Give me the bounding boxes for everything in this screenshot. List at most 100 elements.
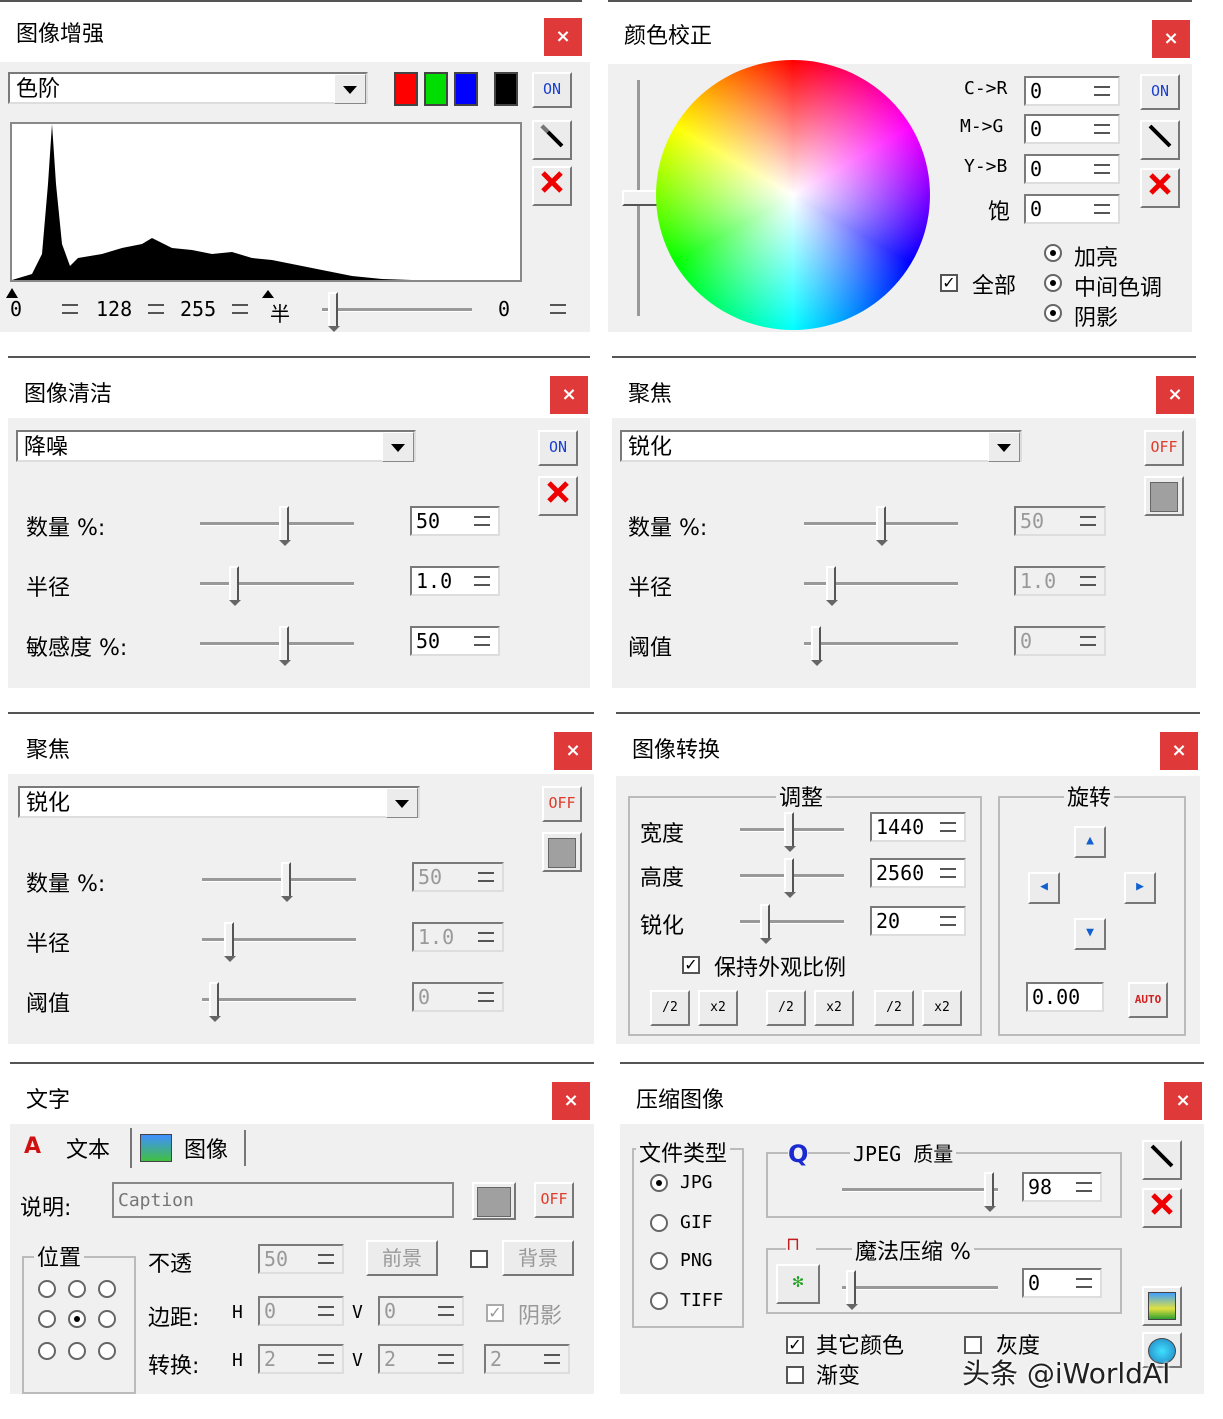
spin-buttons[interactable] bbox=[312, 1247, 340, 1271]
double-both-button[interactable]: x2 bbox=[698, 990, 738, 1026]
color-wheel[interactable] bbox=[656, 60, 930, 330]
spin-buttons[interactable] bbox=[1074, 629, 1102, 653]
reset-x-icon[interactable] bbox=[532, 166, 572, 206]
mode-select[interactable]: 锐化 bbox=[620, 430, 1022, 462]
slider-thumb[interactable] bbox=[279, 626, 291, 666]
rotate-up-icon[interactable]: ▲ bbox=[1074, 826, 1106, 858]
input-high-field[interactable]: 255 bbox=[176, 296, 256, 326]
spin-buttons[interactable] bbox=[468, 509, 496, 533]
close-button[interactable]: × bbox=[552, 1082, 590, 1120]
pos-bot-right[interactable] bbox=[98, 1342, 116, 1360]
radius-slider[interactable] bbox=[200, 564, 354, 606]
sensitivity-field[interactable]: 50 bbox=[410, 626, 500, 656]
background-checkbox[interactable] bbox=[470, 1250, 488, 1268]
pos-top-center[interactable] bbox=[68, 1280, 86, 1298]
chevron-down-icon[interactable] bbox=[988, 432, 1020, 462]
double-width-button[interactable]: x2 bbox=[922, 990, 962, 1026]
color-swatch-button[interactable] bbox=[542, 832, 582, 872]
m-g-field[interactable]: 0 bbox=[1024, 114, 1120, 144]
close-button[interactable]: × bbox=[550, 376, 588, 414]
on-toggle-button[interactable]: ON bbox=[1140, 74, 1180, 110]
slider-thumb[interactable] bbox=[811, 626, 823, 666]
spin-buttons[interactable] bbox=[934, 861, 962, 885]
shadow-checkbox[interactable]: ✓ bbox=[486, 1304, 504, 1322]
spin-buttons[interactable] bbox=[1088, 197, 1116, 221]
height-field[interactable]: 2560 bbox=[870, 858, 966, 888]
slider-thumb[interactable] bbox=[760, 904, 772, 944]
slider-thumb[interactable] bbox=[281, 862, 293, 902]
pos-top-left[interactable] bbox=[38, 1280, 56, 1298]
spin-buttons[interactable] bbox=[472, 925, 500, 949]
spin-buttons[interactable] bbox=[432, 1299, 460, 1323]
chevron-down-icon[interactable] bbox=[334, 74, 366, 104]
radius-slider[interactable] bbox=[804, 564, 958, 606]
radio-gif[interactable] bbox=[650, 1214, 668, 1232]
threshold-field[interactable]: 0 bbox=[1014, 626, 1106, 656]
caption-input[interactable] bbox=[112, 1182, 454, 1218]
y-b-field[interactable]: 0 bbox=[1024, 154, 1120, 184]
pos-bot-center[interactable] bbox=[68, 1342, 86, 1360]
sensitivity-slider[interactable] bbox=[200, 624, 354, 666]
spin-buttons[interactable] bbox=[1070, 1271, 1098, 1295]
spin-buttons[interactable] bbox=[934, 909, 962, 933]
magic-slider[interactable] bbox=[842, 1268, 998, 1310]
mode-select[interactable]: 色阶 bbox=[8, 72, 368, 104]
spin-buttons[interactable] bbox=[1088, 117, 1116, 141]
spin-buttons[interactable] bbox=[472, 985, 500, 1009]
close-button[interactable]: × bbox=[1156, 376, 1194, 414]
spin-buttons[interactable] bbox=[312, 1347, 340, 1371]
auto-rotate-button[interactable]: AUTO bbox=[1128, 982, 1168, 1018]
slider-thumb[interactable] bbox=[209, 982, 221, 1022]
color-swatch-button[interactable] bbox=[1144, 476, 1184, 516]
color-swatch-button[interactable] bbox=[472, 1182, 516, 1220]
magic-color-icon[interactable]: ✻ bbox=[776, 1264, 820, 1304]
margin-v-field[interactable]: 0 bbox=[378, 1296, 464, 1326]
radio-shadow[interactable] bbox=[1044, 304, 1062, 322]
input-mid-field[interactable]: 128 bbox=[92, 296, 172, 326]
spin-buttons[interactable] bbox=[56, 297, 84, 321]
spin-buttons[interactable] bbox=[1088, 79, 1116, 103]
amount-field[interactable]: 50 bbox=[1014, 506, 1106, 536]
reset-x-icon[interactable] bbox=[1140, 168, 1180, 208]
spin-buttons[interactable] bbox=[468, 629, 496, 653]
close-button[interactable]: × bbox=[544, 18, 582, 56]
close-button[interactable]: × bbox=[1164, 1082, 1202, 1120]
height-slider[interactable] bbox=[740, 856, 844, 898]
amount-field[interactable]: 50 bbox=[412, 862, 504, 892]
reset-x-icon[interactable] bbox=[538, 476, 578, 516]
input-low-field[interactable]: 0 bbox=[6, 296, 86, 326]
quality-field[interactable]: 98 bbox=[1022, 1172, 1102, 1202]
width-slider[interactable] bbox=[740, 810, 844, 852]
spin-buttons[interactable] bbox=[142, 297, 170, 321]
radius-field[interactable]: 1.0 bbox=[412, 922, 504, 952]
opacity-field[interactable]: 50 bbox=[258, 1244, 344, 1274]
mode-select[interactable]: 锐化 bbox=[18, 786, 420, 818]
double-height-button[interactable]: x2 bbox=[814, 990, 854, 1026]
slider-thumb[interactable] bbox=[876, 506, 888, 546]
pos-mid-center[interactable] bbox=[68, 1310, 86, 1328]
rotate-right-icon[interactable]: ▶ bbox=[1124, 872, 1156, 904]
tab-image[interactable]: 图像 bbox=[134, 1130, 246, 1166]
threshold-slider[interactable] bbox=[202, 980, 356, 1022]
mode-select[interactable]: 降噪 bbox=[16, 430, 416, 462]
half-both-button[interactable]: /2 bbox=[650, 990, 690, 1026]
radius-field[interactable]: 1.0 bbox=[1014, 566, 1106, 596]
convert-3-field[interactable]: 2 bbox=[484, 1344, 570, 1374]
eyedropper-icon[interactable] bbox=[1140, 120, 1180, 160]
spin-buttons[interactable] bbox=[432, 1347, 460, 1371]
slider-thumb[interactable] bbox=[279, 506, 291, 546]
on-toggle-button[interactable]: ON bbox=[538, 430, 578, 466]
threshold-field[interactable]: 0 bbox=[412, 982, 504, 1012]
slider-thumb[interactable] bbox=[784, 858, 796, 898]
slider-thumb[interactable] bbox=[229, 566, 241, 606]
angle-field[interactable]: 0.00 bbox=[1026, 982, 1104, 1012]
eyedropper-icon[interactable] bbox=[532, 120, 572, 160]
convert-v-field[interactable]: 2 bbox=[378, 1344, 464, 1374]
background-button[interactable]: 背景 bbox=[502, 1240, 574, 1276]
spin-buttons[interactable] bbox=[312, 1299, 340, 1323]
radio-jpg[interactable] bbox=[650, 1174, 668, 1192]
threshold-slider[interactable] bbox=[804, 624, 958, 666]
rotate-down-icon[interactable]: ▼ bbox=[1074, 918, 1106, 950]
output-slider[interactable] bbox=[322, 290, 472, 332]
slider-thumb[interactable] bbox=[328, 292, 340, 332]
